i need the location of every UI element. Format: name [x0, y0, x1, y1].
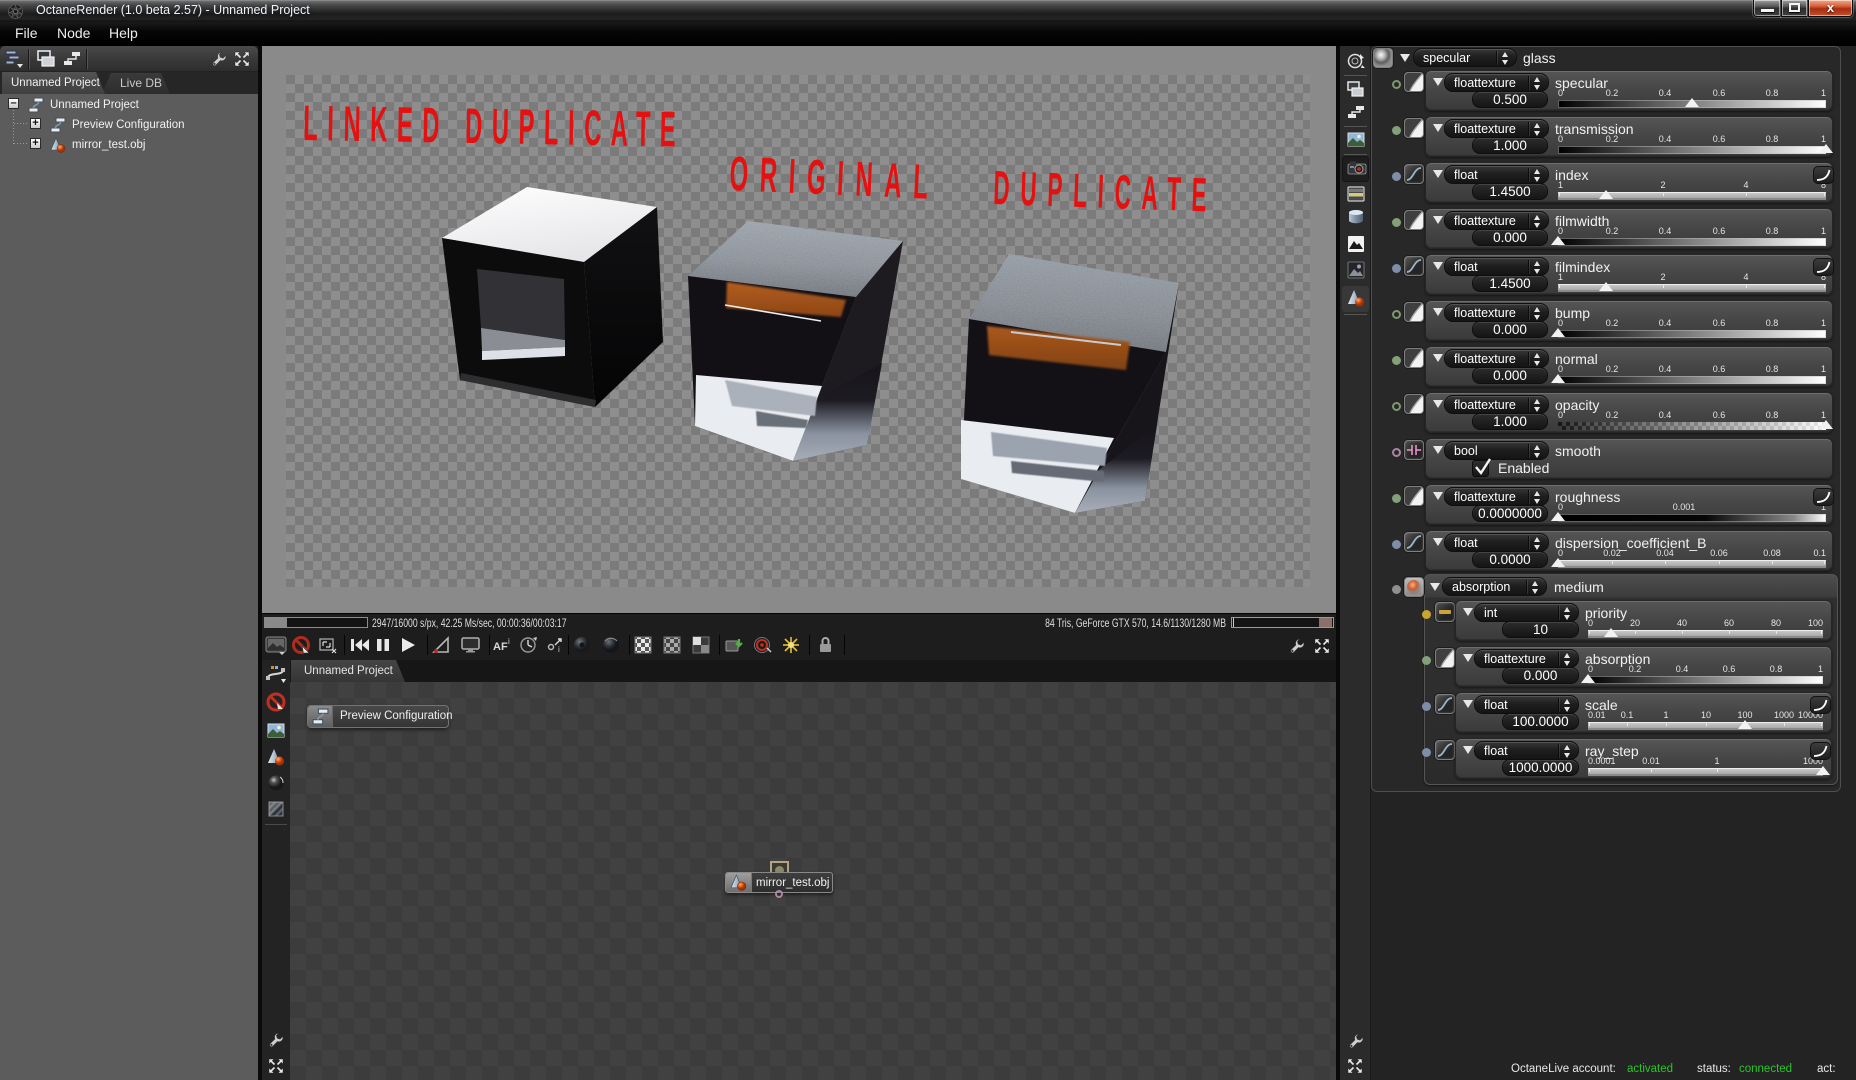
svg-text:AF: AF [493, 641, 508, 653]
svg-text:ORIGINAL: ORIGINAL [729, 147, 941, 210]
svg-text:i: i [558, 645, 560, 654]
svg-text:DUPLICATE: DUPLICATE [993, 162, 1219, 223]
svg-text:LINKED DUPLICATE: LINKED DUPLICATE [303, 95, 686, 158]
svg-text:i: i [508, 637, 510, 646]
